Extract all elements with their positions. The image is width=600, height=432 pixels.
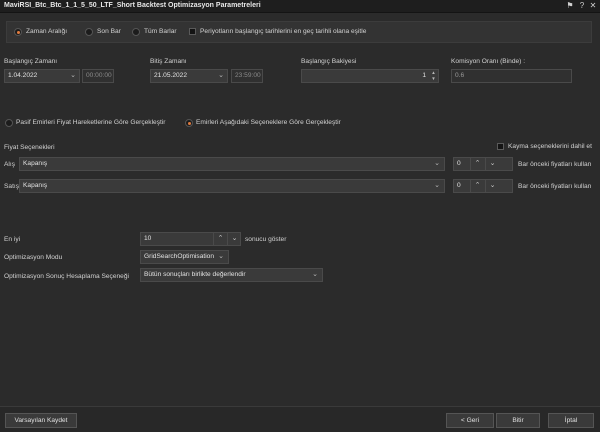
buy-bars-suffix: Bar önceki fiyatları kullan — [518, 161, 592, 168]
label-zaman-araligi: Zaman Aralığı — [26, 28, 68, 35]
best-results-down-icon[interactable]: ⌄ — [227, 233, 241, 245]
commission-label: Komisyon Oranı (Binde) : — [451, 58, 526, 65]
price-options-label: Fiyat Seçenekleri — [4, 144, 55, 151]
balance-input[interactable]: 1 — [301, 69, 439, 83]
window-title: MaviRSI_Btc_Btc_1_1_5_50_LTF_Short Backt… — [4, 2, 261, 9]
balance-label: Başlangıç Bakiyesi — [301, 58, 357, 65]
start-time-input[interactable]: 00:00:00 — [82, 69, 114, 83]
radio-orders-by-options[interactable] — [185, 119, 193, 127]
label-son-bar: Son Bar — [97, 28, 121, 35]
start-date-chevron-down-icon[interactable]: ⌄ — [67, 70, 79, 82]
end-time-input[interactable]: 23:59:00 — [231, 69, 263, 83]
checkbox-slippage[interactable] — [497, 143, 504, 150]
start-time-label: Başlangıç Zamanı — [4, 58, 58, 65]
back-button[interactable]: < Geri — [446, 413, 494, 428]
radio-son-bar[interactable] — [85, 28, 93, 36]
result-calc-select[interactable]: Bütün sonuçları birlikte değerlendir — [140, 268, 323, 282]
buy-price-source-select[interactable]: Kapanış — [19, 157, 445, 171]
result-calc-chevron-down-icon[interactable]: ⌄ — [309, 269, 321, 281]
optimization-mode-label: Optimizasyon Modu — [4, 254, 63, 261]
end-time-label: Bitiş Zamanı — [150, 58, 187, 65]
checkbox-equalize-start[interactable] — [189, 28, 196, 35]
label-equalize-start: Periyotların başlangıç tarihlerini en ge… — [200, 28, 367, 35]
label-passive-orders: Pasif Emirleri Fiyat Hareketlerine Göre … — [16, 119, 166, 126]
buy-label: Alış — [4, 161, 15, 168]
label-tum-barlar: Tüm Barlar — [144, 28, 177, 35]
radio-passive-orders[interactable] — [5, 119, 13, 127]
close-icon[interactable]: ✕ — [588, 1, 598, 11]
label-orders-by-options: Emirleri Aşağıdaki Seçeneklere Göre Gerç… — [196, 119, 341, 126]
end-date-chevron-down-icon[interactable]: ⌄ — [215, 70, 227, 82]
label-slippage: Kayma seçeneklerini dahil et — [508, 143, 592, 150]
balance-spinner[interactable]: ▲ ▼ — [430, 70, 437, 82]
help-icon[interactable]: ? — [577, 1, 587, 11]
pin-icon[interactable]: ⚑ — [565, 1, 575, 11]
sell-bars-down-icon[interactable]: ⌄ — [485, 180, 499, 192]
commission-input[interactable]: 0.6 — [451, 69, 572, 83]
best-results-label: En iyi — [4, 236, 21, 243]
finish-button[interactable]: Bitir — [496, 413, 540, 428]
sell-price-source-select[interactable]: Kapanış — [19, 179, 445, 193]
save-defaults-button[interactable]: Varsayılan Kaydet — [5, 413, 77, 428]
radio-zaman-araligi[interactable] — [14, 28, 22, 36]
buy-source-chevron-down-icon[interactable]: ⌄ — [431, 158, 443, 170]
best-results-up-icon[interactable]: ⌃ — [213, 233, 227, 245]
sell-source-chevron-down-icon[interactable]: ⌄ — [431, 180, 443, 192]
buy-bars-up-icon[interactable]: ⌃ — [470, 158, 484, 170]
radio-tum-barlar[interactable] — [132, 28, 140, 36]
title-bar: MaviRSI_Btc_Btc_1_1_5_50_LTF_Short Backt… — [0, 0, 600, 13]
buy-bars-down-icon[interactable]: ⌄ — [485, 158, 499, 170]
cancel-button[interactable]: İptal — [548, 413, 594, 428]
result-calc-label: Optimizasyon Sonuç Hesaplama Seçeneği — [4, 273, 129, 280]
sell-bars-suffix: Bar önceki fiyatları kullan — [518, 183, 592, 190]
optimization-mode-chevron-down-icon[interactable]: ⌄ — [215, 251, 227, 263]
sell-bars-up-icon[interactable]: ⌃ — [470, 180, 484, 192]
best-results-suffix: sonucu göster — [245, 236, 287, 243]
